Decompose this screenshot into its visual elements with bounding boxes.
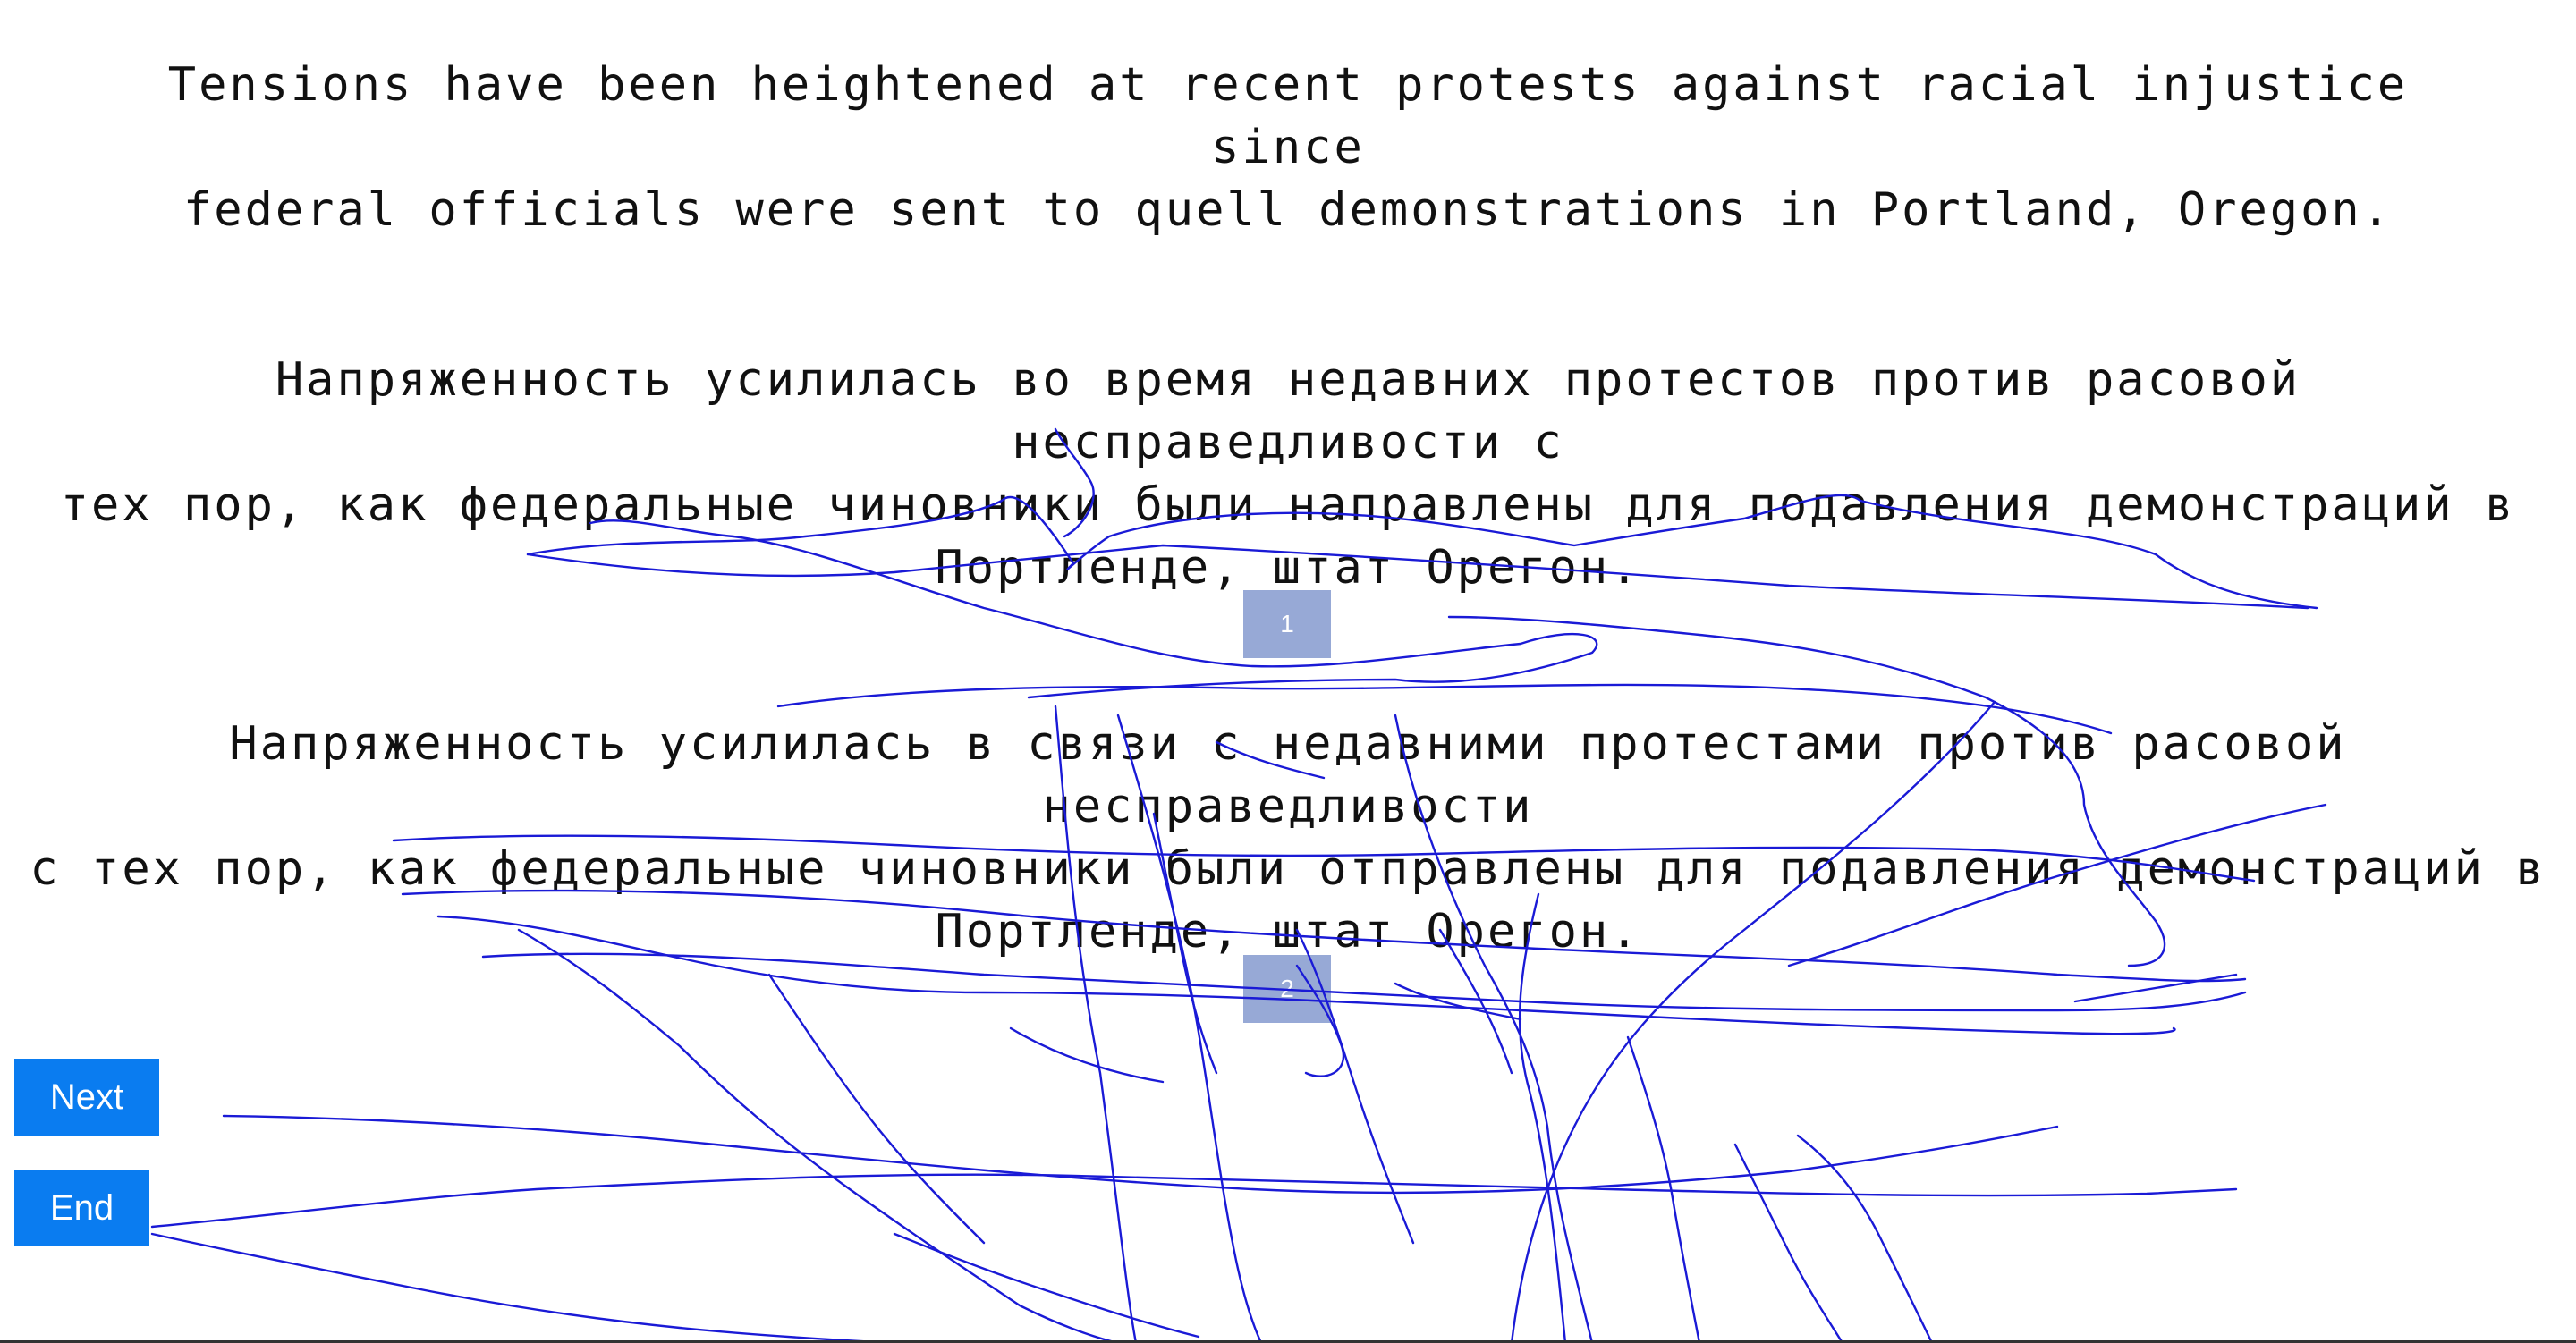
translation-option-1: Напряженность усилилась во время недавни… [60,353,2516,595]
rank-box-2[interactable]: 2 [1243,955,1331,1023]
source-sentence: Tensions have been heightened at recent … [167,58,2409,237]
next-button[interactable]: Next [14,1059,159,1136]
translation-option-2: Напряженность усилилась в связи с недавн… [30,717,2546,959]
end-button[interactable]: End [14,1170,149,1246]
rank-box-1[interactable]: 1 [1243,590,1331,658]
